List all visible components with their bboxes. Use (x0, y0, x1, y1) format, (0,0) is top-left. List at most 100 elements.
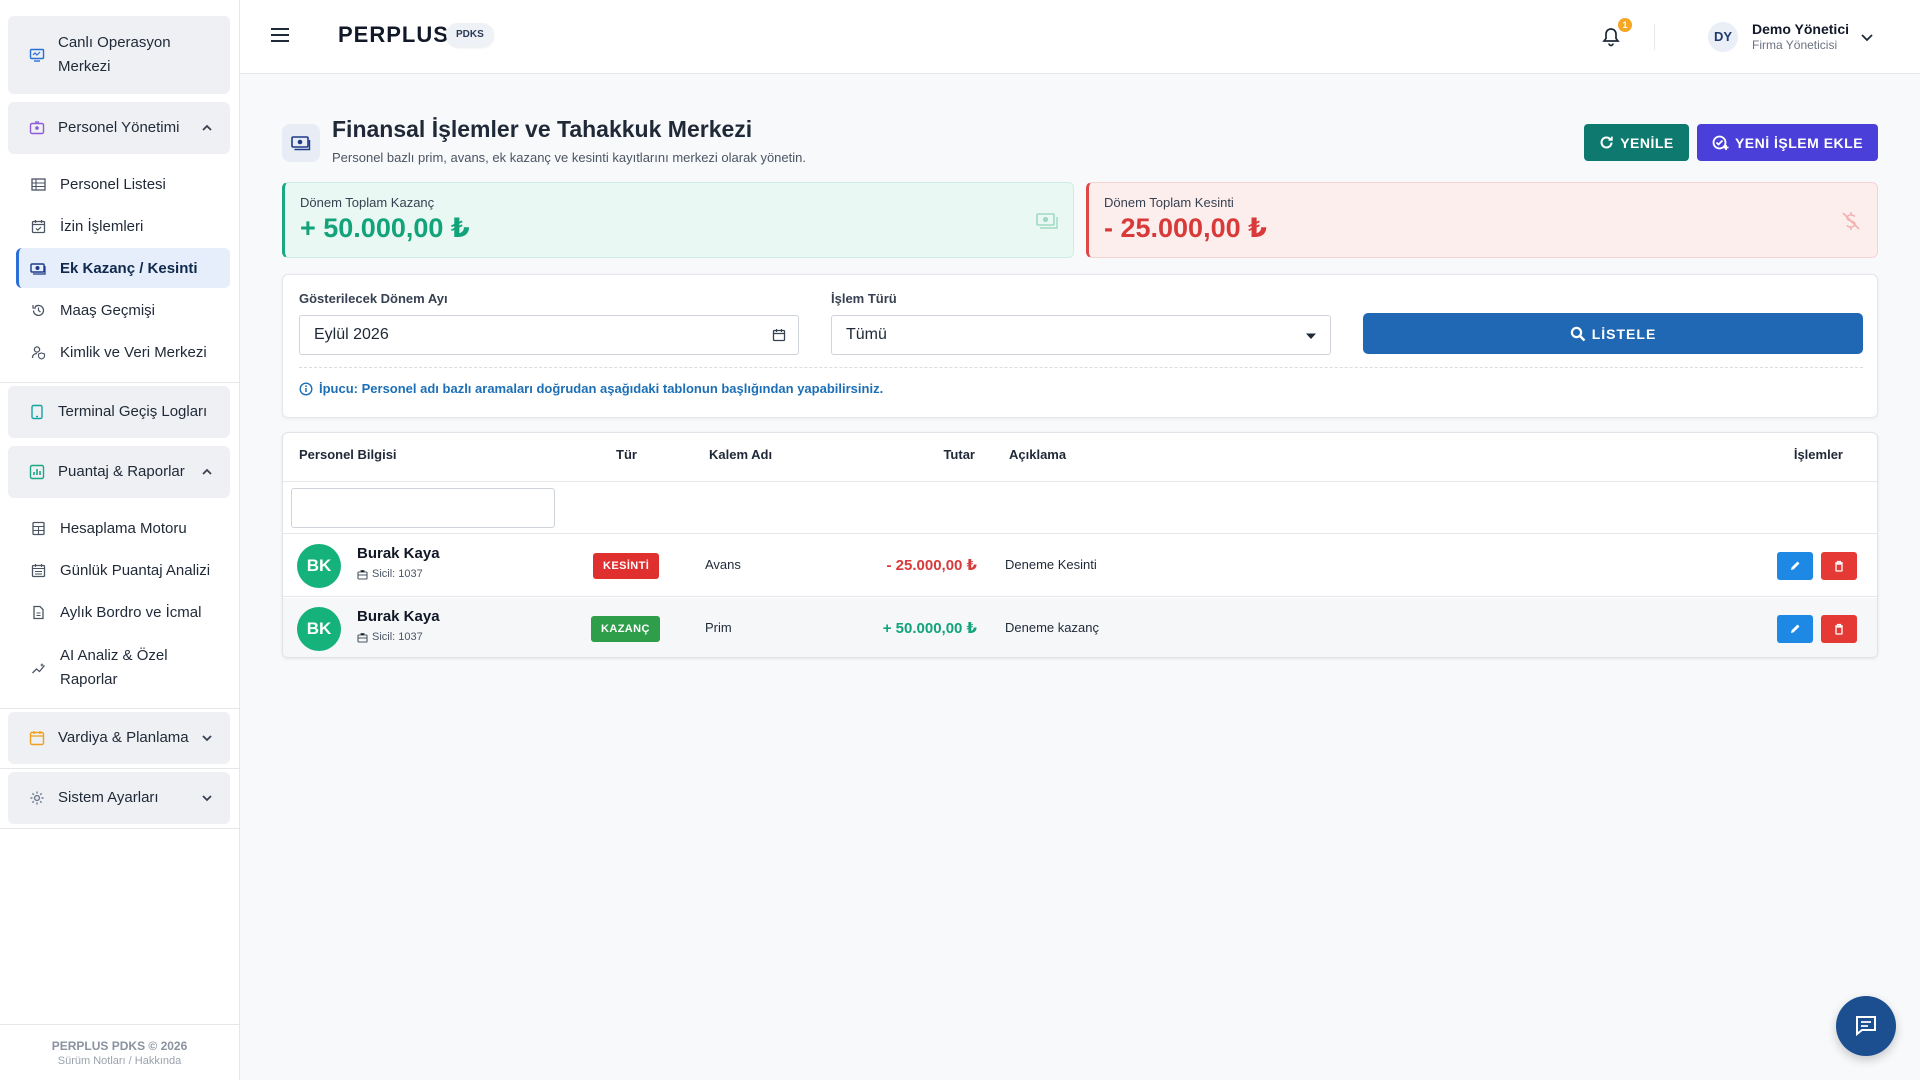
money-off-icon (1842, 212, 1860, 230)
info-icon (299, 381, 313, 396)
copyright-text: PERPLUS PDKS © 2026 (51, 1039, 188, 1053)
brand-logo[interactable]: PERPLUS (338, 22, 449, 48)
pencil-icon (1791, 624, 1800, 633)
tip-text: İpucu: Personel adı bazlı aramaları doğr… (299, 381, 883, 396)
page-title: Finansal İşlemler ve Tahakkuk Merkezi (332, 116, 753, 142)
total-earnings-value: + 50.000,00 ₺ (300, 213, 470, 243)
transaction-type-label: İşlem Türü (831, 291, 897, 306)
refresh-icon (1600, 136, 1613, 149)
table-row[interactable]: BK Burak Kaya Sicil: 1037 KESİNTİ Avans … (283, 535, 1877, 597)
add-check-icon (1712, 135, 1729, 150)
sidebar-item-ek-kazanc-kesinti[interactable]: Ek Kazanç / Kesinti (16, 248, 230, 288)
sidebar-divider (0, 382, 239, 383)
sicil-text: Sicil: 1037 (372, 568, 423, 580)
sidebar-item-label: İzin İşlemleri (60, 217, 144, 235)
delete-button[interactable] (1821, 615, 1857, 643)
calendar-icon[interactable] (772, 328, 786, 342)
sidebar-group-label: Vardiya & Planlama (58, 729, 189, 746)
col-header-person[interactable]: Personel Bilgisi (299, 447, 397, 462)
user-avatar[interactable]: DY (1708, 22, 1738, 52)
sidebar-group-label: Puantaj & Raporlar (58, 463, 185, 480)
item-name: Avans (705, 557, 741, 572)
edit-button[interactable] (1777, 552, 1813, 580)
sidebar-item-aylik-bordro[interactable]: Aylık Bordro ve İcmal (16, 592, 230, 632)
user-role: Firma Yöneticisi (1752, 38, 1838, 52)
sidebar-group-vardiya-planlama[interactable]: Vardiya & Planlama (8, 712, 230, 764)
money-icon (282, 124, 320, 162)
person-name: Burak Kaya (357, 608, 440, 625)
document-icon (30, 604, 46, 620)
money-icon (30, 260, 46, 276)
transaction-type-value: Tümü (846, 326, 887, 343)
filter-panel: Gösterilecek Dönem Ayı Eylül 2026 İşlem … (282, 274, 1878, 418)
sidebar-group-canli-operasyon[interactable]: Canlı Operasyon Merkezi (8, 16, 230, 94)
sidebar-group-label: Canlı Operasyon Merkezi (58, 34, 171, 75)
refresh-button-label: YENİLE (1620, 134, 1674, 151)
col-header-type[interactable]: Tür (616, 447, 637, 462)
description-text: Deneme kazanç (1005, 620, 1099, 635)
sidebar-item-personel-listesi[interactable]: Personel Listesi (16, 164, 230, 204)
list-button-label: LİSTELE (1591, 325, 1657, 342)
refresh-button[interactable]: YENİLE (1584, 124, 1689, 161)
release-notes-link[interactable]: Sürüm Notları / Hakkında (0, 1055, 239, 1067)
pencil-icon (1791, 561, 1800, 570)
chevron-down-icon[interactable] (1860, 30, 1874, 44)
topbar-divider (1654, 24, 1655, 50)
calendar-icon (28, 729, 46, 747)
tip-label: İpucu: Personel adı bazlı aramaları doğr… (319, 381, 884, 396)
tablet-icon (28, 403, 46, 421)
period-month-input[interactable]: Eylül 2026 (299, 315, 799, 355)
sidebar-item-kimlik-veri[interactable]: Kimlik ve Veri Merkezi (16, 332, 230, 372)
notification-badge: 1 (1618, 18, 1632, 32)
status-badge: KAZANÇ (591, 616, 660, 642)
monitor-icon (28, 46, 46, 64)
sidebar-divider (0, 768, 239, 769)
col-header-description[interactable]: Açıklama (1009, 447, 1066, 462)
sidebar-item-label: Personel Listesi (60, 175, 166, 193)
sidebar-group-personel-yonetimi[interactable]: Personel Yönetimi (8, 102, 230, 154)
chevron-down-icon (202, 795, 212, 802)
id-card-icon (28, 119, 46, 137)
user-shield-icon (30, 344, 46, 360)
hamburger-menu-icon[interactable] (270, 27, 290, 43)
sidebar-item-label: Kimlik ve Veri Merkezi (60, 343, 207, 361)
chevron-down-icon (202, 735, 212, 742)
user-name[interactable]: Demo Yönetici (1752, 21, 1849, 37)
sidebar-item-label: Aylık Bordro ve İcmal (60, 603, 202, 621)
sidebar-divider (0, 828, 239, 829)
person-search-input[interactable] (291, 488, 555, 528)
history-icon (30, 302, 46, 318)
edit-button[interactable] (1777, 615, 1813, 643)
sidebar-group-label: Personel Yönetimi (58, 119, 180, 136)
delete-button[interactable] (1821, 552, 1857, 580)
amount-value: + 50.000,00 ₺ (882, 620, 977, 637)
sidebar-item-ai-analiz[interactable]: AI Analiz & Özel Raporlar (16, 642, 230, 694)
add-transaction-button[interactable]: YENİ İŞLEM EKLE (1697, 124, 1878, 161)
sidebar-group-puantaj-raporlar[interactable]: Puantaj & Raporlar (8, 446, 230, 498)
col-header-item[interactable]: Kalem Adı (709, 447, 772, 462)
avatar: BK (297, 607, 341, 651)
sidebar-group-terminal-loglari[interactable]: Terminal Geçiş Logları (8, 386, 230, 438)
caret-down-icon (1306, 333, 1316, 339)
total-deductions-value: - 25.000,00 ₺ (1104, 213, 1267, 243)
table-row[interactable]: BK Burak Kaya Sicil: 1037 KAZANÇ Prim + … (283, 598, 1877, 657)
chat-button[interactable] (1836, 996, 1896, 1056)
total-earnings-card: Dönem Toplam Kazanç + 50.000,00 ₺ (282, 182, 1074, 258)
total-deductions-label: Dönem Toplam Kesinti (1104, 195, 1234, 210)
person-sicil: Sicil: 1037 (357, 631, 423, 643)
sidebar-item-maas-gecmisi[interactable]: Maaş Geçmişi (16, 290, 230, 330)
topbar: PERPLUS PDKS 1 DY Demo Yönetici Firma Yö… (240, 0, 1920, 74)
item-name: Prim (705, 620, 732, 635)
sidebar-item-gunluk-puantaj[interactable]: Günlük Puantaj Analizi (16, 550, 230, 590)
sidebar-item-izin-islemleri[interactable]: İzin İşlemleri (16, 206, 230, 246)
trash-icon (1835, 560, 1843, 572)
transaction-type-select[interactable]: Tümü (831, 315, 1331, 355)
col-header-amount[interactable]: Tutar (943, 447, 975, 462)
sidebar-group-sistem-ayarlari[interactable]: Sistem Ayarları (8, 772, 230, 824)
chart-icon (28, 463, 46, 481)
sidebar-item-hesaplama-motoru[interactable]: Hesaplama Motoru (16, 508, 230, 548)
gear-icon (28, 789, 46, 807)
brand-badge: PDKS (446, 23, 494, 47)
list-button[interactable]: LİSTELE (1363, 313, 1863, 354)
page-subtitle: Personel bazlı prim, avans, ek kazanç ve… (332, 150, 806, 165)
